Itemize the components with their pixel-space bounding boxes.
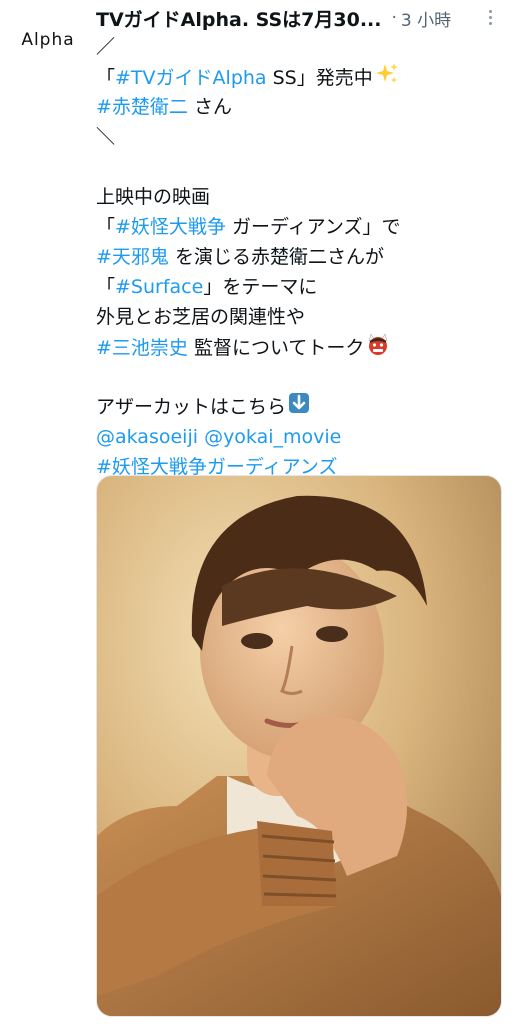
down-arrow-emoji <box>288 392 310 423</box>
text-span: さん <box>187 96 232 118</box>
hashtag-link[interactable]: #TVガイドAlpha <box>115 67 267 89</box>
author-name[interactable]: TVガイドAlpha. SSは7月30... <box>96 5 382 32</box>
more-options-icon[interactable] <box>480 7 500 27</box>
mention-link[interactable]: @akasoeiji <box>96 426 198 448</box>
text-line: 「#Surface」をテーマに <box>96 272 504 302</box>
sparkles-emoji <box>375 62 399 95</box>
text-line: ／ <box>96 36 116 58</box>
text-span: 」をテーマに <box>203 276 318 298</box>
ogre-emoji <box>366 332 390 365</box>
hashtag-link[interactable]: #Surface <box>115 276 203 298</box>
text-span: ガーディアンズ」で <box>225 216 401 238</box>
text-span: SS」発売中 <box>266 67 373 89</box>
text-line: @akasoeiji @yokai_movie <box>96 422 504 452</box>
avatar[interactable]: Alpha <box>12 18 84 62</box>
text-line: #天邪鬼 を演じる赤楚衛二さんが <box>96 242 504 272</box>
text-span: 「 <box>96 216 116 238</box>
tweet-photo[interactable] <box>96 475 502 1017</box>
hashtag-link[interactable]: #天邪鬼 <box>96 246 169 268</box>
text-line: #三池崇史 監督についてトーク <box>96 332 504 362</box>
portrait-illustration <box>97 476 501 1016</box>
hashtag-link[interactable]: #妖怪大戦争 <box>115 216 226 238</box>
mention-link[interactable]: @yokai_movie <box>204 426 341 448</box>
text-line: 上映中の映画 <box>96 186 211 208</box>
tweet-time[interactable]: 3 小時 <box>401 6 451 31</box>
text-line: 「#TVガイドAlpha SS」発売中 <box>96 62 504 92</box>
text-line: 「#妖怪大戦争 ガーディアンズ」で <box>96 212 504 242</box>
avatar-logo-text: Alpha <box>21 30 75 50</box>
text-span: 監督についてトーク <box>187 337 365 359</box>
text-line: 外見とお芝居の関連性や <box>96 306 306 328</box>
text-line: アザーカットはこちら <box>96 392 504 422</box>
text-line: #赤楚衛二 さん <box>96 92 504 122</box>
text-span: を演じる赤楚衛二さんが <box>168 246 384 268</box>
hashtag-link[interactable]: #赤楚衛二 <box>96 96 188 118</box>
text-line: ＼ <box>96 126 116 148</box>
text-span: 「 <box>96 67 116 89</box>
separator-dot: · <box>391 8 397 28</box>
hashtag-link[interactable]: #三池崇史 <box>96 337 188 359</box>
tweet-text: ／ 「#TVガイドAlpha SS」発売中 #赤楚衛二 さん ＼ 上映中の映画 … <box>96 32 504 482</box>
text-span: 「 <box>96 276 116 298</box>
text-span: アザーカットはこちら <box>96 396 287 418</box>
tweet-header: TVガイドAlpha. SSは7月30... · 3 小時 <box>96 3 504 33</box>
